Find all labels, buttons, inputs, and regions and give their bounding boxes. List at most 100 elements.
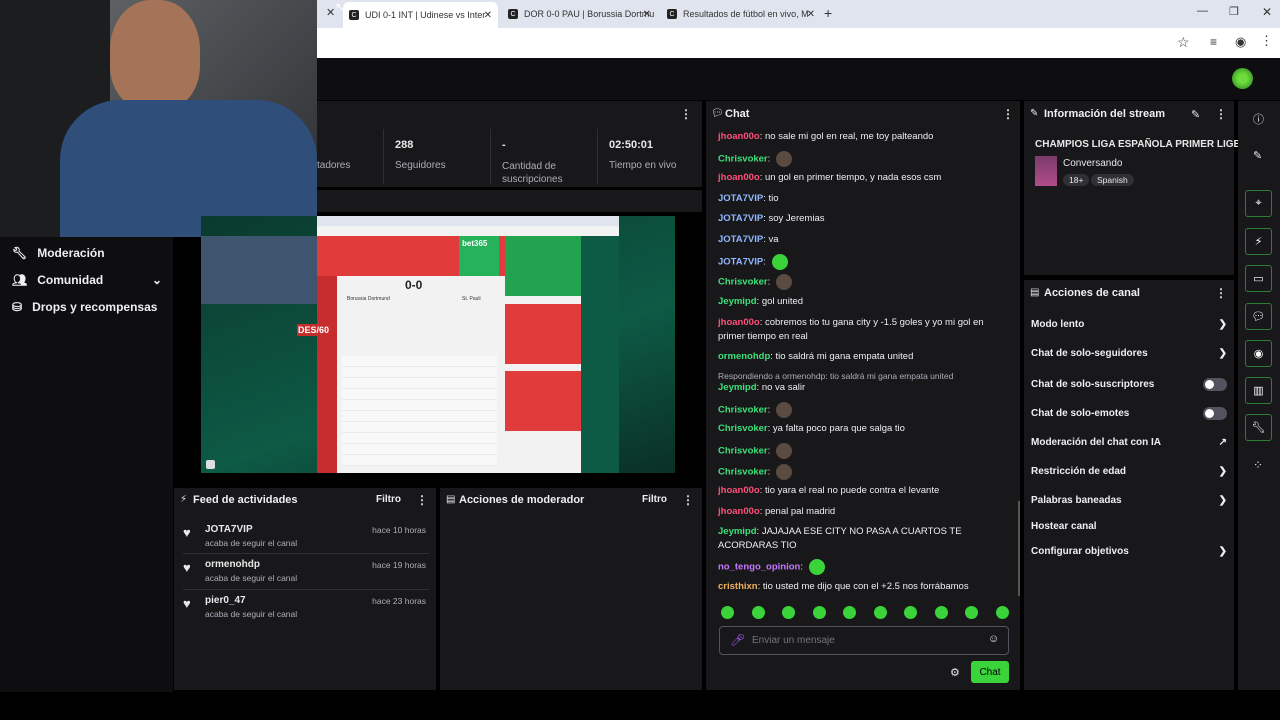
action-host-channel[interactable]: Hostear canal [1031,521,1227,532]
media-icon[interactable]: ≡ [1210,35,1217,49]
sidebar-item-community[interactable]: 👥︎ Comunidad ⌄ [12,273,162,287]
category-box-art[interactable] [1035,156,1057,186]
action-ai-moderation[interactable]: Moderación del chat con IA ↗ [1031,437,1227,448]
chat-username[interactable]: no_tengo_opinion [718,562,800,573]
mod-filter-button[interactable]: Filtro [642,494,667,505]
chat-username[interactable]: jhoan00o [718,172,760,183]
chat-username[interactable]: ormenohdp [718,351,770,362]
subs-only-toggle[interactable] [1203,378,1227,391]
action-followers-only[interactable]: Chat de solo-seguidores ❯ [1031,348,1227,359]
action-age-restriction[interactable]: Restricción de edad ❯ [1031,466,1227,477]
minimize-icon[interactable]: — [1197,5,1208,17]
address-bar[interactable]: ☆ ≡ ◉ ⋮ [317,28,1280,58]
broadcast-icon[interactable]: ◉ [1245,340,1272,367]
chat-username[interactable]: JOTA7VIP [718,257,763,268]
close-tab-icon[interactable]: ✕ [326,6,335,19]
restore-icon[interactable]: ❐ [1229,5,1239,18]
chat-username[interactable]: Chrisvoker [718,154,768,165]
pencil-icon[interactable]: ✎ [1253,149,1262,162]
emote-icon[interactable] [812,606,826,619]
stream-category[interactable]: Conversando [1063,158,1122,169]
chat-message: jhoan00o: tio yara el real no puede cont… [718,484,1008,498]
chat-username[interactable]: Chrisvoker [718,467,768,478]
preview-control-icon[interactable] [206,460,215,469]
stream-preview[interactable]: bet365 0-0 Borussia Dortmund St. Pauli D… [201,216,675,473]
chat-username[interactable]: Jeymipd [718,526,757,537]
close-tab-icon[interactable]: ✕ [484,10,492,21]
feed-user[interactable]: pier0_47 [205,595,246,606]
profile-icon[interactable]: ◉ [1235,34,1246,50]
chat-username[interactable]: Jeymipd [718,382,757,393]
chat-username[interactable]: JOTA7VIP [718,193,763,204]
feed-user[interactable]: ormenohdp [205,559,260,570]
browser-tab-1[interactable]: C UDI 0-1 INT | Udinese vs Inter ✕ [343,2,498,28]
wrench-icon[interactable]: 🔧︎ [1245,414,1272,441]
chat-username[interactable]: Jeymipd [718,296,757,307]
creator-sidebar: 🔧︎ Moderación 👥︎ Comunidad ⌄ ⛁ Drops y r… [0,237,173,692]
info-icon[interactable]: ⓘ [1253,111,1264,127]
avatar[interactable] [1232,68,1253,89]
emote-icon[interactable] [934,606,948,619]
edit-icon[interactable]: ✎ [1191,108,1200,121]
tag-badge[interactable]: Spanish [1091,174,1134,186]
new-tab-button[interactable]: + [824,5,832,21]
gear-icon[interactable]: ⚙ [950,666,960,679]
close-tab-icon[interactable]: ✕ [643,9,651,20]
action-banned-words[interactable]: Palabras baneadas ❯ [1031,495,1227,506]
action-goals[interactable]: Configurar objetivos ❯ [1031,546,1227,557]
emote-icon[interactable] [721,606,734,619]
browser-tab-3[interactable]: C Resultados de fútbol en vivo, M ✕ [661,4,821,24]
more-options-icon[interactable]: ⋮ [680,107,692,121]
chat-username[interactable]: jhoan00o [718,317,760,328]
more-options-icon[interactable]: ⋮ [1215,286,1227,300]
chat-username[interactable]: jhoan00o [718,485,760,496]
sidebar-item-drops[interactable]: ⛁ Drops y recompensas [12,300,157,314]
chat-username[interactable]: Chrisvoker [718,446,768,457]
chat-username[interactable]: Chrisvoker [718,277,768,288]
microphone-icon[interactable]: 🎤︎ [730,633,745,647]
action-subs-only[interactable]: Chat de solo-suscriptores [1031,378,1227,391]
action-slow-mode[interactable]: Modo lento ❯ [1031,319,1227,330]
action-label: Configurar objetivos [1031,546,1129,557]
emote-icon[interactable] [965,606,979,619]
more-options-icon[interactable]: ⋮ [1002,107,1014,121]
emote-icon[interactable] [904,606,918,619]
chat-username[interactable]: JOTA7VIP [718,213,763,224]
more-options-icon[interactable]: ⋮ [416,493,428,507]
document-icon[interactable]: ▭ [1245,265,1272,292]
chat-username[interactable]: JOTA7VIP [718,234,763,245]
action-emotes-only[interactable]: Chat de solo-emotes [1031,407,1227,420]
chat-scrollbar[interactable] [1018,501,1020,596]
chat-username[interactable]: jhoan00o [718,131,760,142]
emote-picker-icon[interactable]: ☺ [988,633,999,645]
bookmark-star-icon[interactable]: ☆ [1177,34,1190,51]
emote-icon[interactable] [751,606,765,619]
browser-tab-2[interactable]: C DOR 0-0 PAU | Borussia Dortmu ✕ [502,4,657,24]
chat-send-button[interactable]: Chat [971,661,1009,683]
lightning-icon[interactable]: ⚡︎ [1245,228,1272,255]
close-window-icon[interactable]: ✕ [1262,5,1272,19]
emote-icon[interactable] [873,606,887,619]
emote-icon[interactable] [995,606,1009,619]
clip-icon[interactable]: ⌖ [1245,190,1272,217]
close-tab-icon[interactable]: ✕ [807,9,815,20]
emote-icon[interactable] [782,606,796,619]
chat-input[interactable] [752,632,972,649]
emote-icon[interactable] [843,606,857,619]
menu-icon[interactable]: ⋮ [1260,33,1273,49]
chat-input-box[interactable]: 🎤︎ ☺ [719,626,1009,655]
feed-user[interactable]: JOTA7VIP [205,524,253,535]
more-options-icon[interactable]: ⋮ [1215,107,1227,121]
chat-username[interactable]: jhoan00o [718,506,760,517]
chat-username[interactable]: Chrisvoker [718,423,768,434]
emotes-only-toggle[interactable] [1203,407,1227,420]
chat-username[interactable]: cristhixn [718,581,758,592]
tag-badge[interactable]: 18+ [1063,174,1090,186]
chat-icon[interactable]: 💬︎ [1245,303,1272,330]
more-options-icon[interactable]: ⋮ [682,493,694,507]
layout-icon[interactable]: ▥ [1245,377,1272,404]
extensions-icon[interactable]: ⁘ [1253,458,1263,472]
chat-username[interactable]: Chrisvoker [718,405,768,416]
sidebar-item-moderation[interactable]: 🔧︎ Moderación [12,246,105,260]
feed-filter-button[interactable]: Filtro [376,494,401,505]
